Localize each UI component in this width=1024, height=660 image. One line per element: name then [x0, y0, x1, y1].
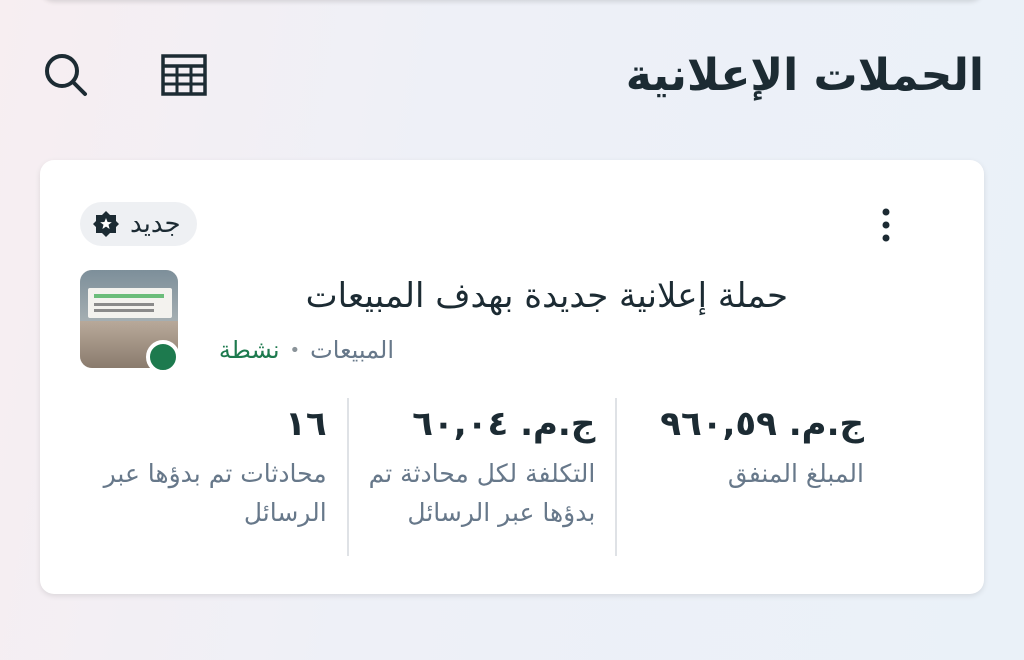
search-button[interactable]: [40, 49, 92, 101]
metric-value: ١٦: [285, 404, 327, 444]
campaign-objective: المبيعات: [310, 336, 394, 364]
metric-value: ج.م. ٩٦٠,٥٩: [660, 404, 864, 444]
metric-cost-per-conversation[interactable]: ج.م. ٦٠,٠٤ التكلفة لكل محادثة تم بدؤها ع…: [346, 398, 616, 556]
campaign-metrics: ج.م. ٩٦٠,٥٩ المبلغ المنفق ج.م. ٦٠,٠٤ الت…: [80, 398, 864, 556]
campaign-name[interactable]: حملة إعلانية جديدة بهدف المبيعات: [306, 276, 788, 316]
campaign-meta: المبيعات • نشطة: [219, 336, 394, 364]
new-badge: جديد: [80, 202, 197, 246]
table-view-button[interactable]: [158, 49, 210, 101]
badge-label: جديد: [130, 209, 181, 239]
active-status-dot: [146, 340, 180, 374]
metric-label: محادثات تم بدؤها عبر الرسائل: [103, 459, 327, 528]
page-title: الحملات الإعلانية: [625, 49, 984, 101]
metric-amount-spent[interactable]: ج.م. ٩٦٠,٥٩ المبلغ المنفق: [615, 398, 864, 556]
metric-conversations-started[interactable]: ١٦ محادثات تم بدؤها عبر الرسائل: [80, 398, 347, 556]
page-header: الحملات الإعلانية: [40, 40, 984, 110]
header-actions: [40, 49, 210, 101]
meta-separator: •: [289, 339, 301, 361]
table-view-icon: [161, 54, 207, 96]
metric-value: ج.م. ٦٠,٠٤: [412, 404, 596, 444]
search-icon: [45, 54, 87, 96]
star-badge-icon: [92, 210, 120, 238]
more-vert-icon: [882, 208, 890, 242]
metric-label: المبلغ المنفق: [727, 459, 864, 489]
more-options-button[interactable]: [866, 200, 906, 250]
campaign-status: نشطة: [218, 336, 280, 364]
metric-label: التكلفة لكل محادثة تم بدؤها عبر الرسائل: [368, 459, 596, 528]
